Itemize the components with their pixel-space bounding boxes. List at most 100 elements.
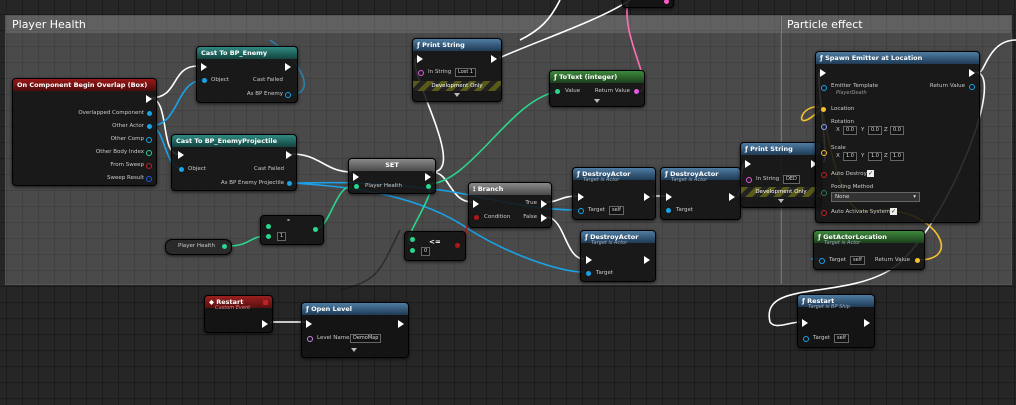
- exec-out-pin[interactable]: [262, 320, 268, 328]
- expand-arrow-icon[interactable]: [454, 93, 460, 97]
- vector-pin[interactable]: [915, 258, 920, 263]
- node-totext-integer[interactable]: ƒ ToText (integer) Value Return Value: [549, 70, 645, 107]
- exec-in-pin[interactable]: [353, 173, 359, 181]
- exec-out-pin[interactable]: [398, 320, 404, 328]
- float-pin[interactable]: [266, 224, 271, 229]
- exec-out-pin[interactable]: [286, 151, 292, 159]
- pooling-method-dropdown[interactable]: None ▾: [831, 192, 920, 202]
- rotator-pin[interactable]: [821, 124, 827, 130]
- node-print-string-lost[interactable]: ƒ Print String In String Lost 1 Developm…: [412, 38, 502, 102]
- expand-arrow-icon[interactable]: [778, 199, 784, 203]
- exec-in-pin[interactable]: [802, 319, 808, 327]
- rotation-y-box[interactable]: 0.0: [868, 126, 882, 135]
- text-pin[interactable]: [634, 89, 639, 94]
- string-value-box[interactable]: DED: [783, 175, 800, 184]
- exec-out-pin[interactable]: [425, 173, 431, 181]
- exec-in-pin[interactable]: [306, 320, 312, 328]
- exec-in-pin[interactable]: [745, 160, 751, 168]
- level-name-box[interactable]: DemoMap: [350, 334, 382, 343]
- node-offscreen-top[interactable]: [622, 0, 674, 8]
- integer-pin[interactable]: [146, 150, 152, 156]
- float-pin[interactable]: [266, 234, 271, 239]
- exec-out-pin[interactable]: [644, 256, 650, 264]
- node-print-string-ded[interactable]: ƒ Print String In String DED Development…: [740, 142, 822, 208]
- bool-pin[interactable]: [474, 215, 479, 220]
- struct-pin[interactable]: [146, 176, 152, 182]
- float-pin[interactable]: [426, 184, 431, 189]
- node-cast-to-bp-enemy[interactable]: Cast To BP_Enemy Object Cast Failed As B…: [196, 46, 298, 103]
- node-cast-to-bp-enemyprojectile[interactable]: Cast To BP_EnemyProjectile Object Cast F…: [171, 134, 297, 191]
- exec-out-pin[interactable]: [864, 319, 870, 327]
- object-pin[interactable]: [202, 78, 207, 83]
- node-spawn-emitter-at-location[interactable]: ƒ Spawn Emitter at Location Emitter Temp…: [815, 51, 980, 223]
- node-destroy-actor-self[interactable]: ƒ DestroyActor Target is Actor Target se…: [572, 167, 656, 220]
- exec-out-pin[interactable]: [285, 63, 291, 71]
- exec-out-pin[interactable]: [644, 193, 650, 201]
- object-pin[interactable]: [586, 271, 591, 276]
- asset-value[interactable]: PlayerDeath: [836, 90, 867, 96]
- scale-z-box[interactable]: 1.0: [890, 152, 904, 161]
- expand-arrow-icon[interactable]: [594, 99, 600, 103]
- bool-pin[interactable]: [146, 163, 152, 169]
- exec-in-pin[interactable]: [417, 55, 423, 63]
- object-pin[interactable]: [179, 167, 184, 172]
- value-box[interactable]: 0: [421, 247, 431, 256]
- node-get-actor-location[interactable]: ƒ GetActorLocation Target is Actor Targe…: [813, 230, 925, 270]
- object-pin[interactable]: [578, 208, 584, 214]
- bool-pin[interactable]: [455, 243, 460, 248]
- exec-in-pin[interactable]: [201, 63, 207, 71]
- float-pin[interactable]: [354, 184, 359, 189]
- auto-activate-checkbox[interactable]: ✓: [890, 208, 897, 215]
- value-box[interactable]: 1: [277, 232, 287, 241]
- object-pin[interactable]: [146, 137, 152, 143]
- object-pin[interactable]: [147, 111, 152, 116]
- float-pin[interactable]: [313, 227, 318, 232]
- auto-destroy-checkbox[interactable]: ✓: [867, 170, 874, 177]
- delegate-pin[interactable]: [263, 300, 268, 305]
- object-pin[interactable]: [666, 208, 671, 213]
- rotation-z-box[interactable]: 0.0: [890, 126, 904, 135]
- bool-pin[interactable]: [821, 210, 827, 216]
- exec-in-pin[interactable]: [586, 256, 592, 264]
- object-pin[interactable]: [969, 84, 975, 90]
- node-branch[interactable]: ⟟ Branch True Condition False: [468, 182, 552, 228]
- expand-arrow-icon[interactable]: [351, 348, 357, 352]
- string-value-box[interactable]: Lost 1: [455, 68, 477, 77]
- float-pin[interactable]: [410, 248, 415, 253]
- string-pin[interactable]: [418, 70, 424, 76]
- node-get-player-health[interactable]: Player Health: [165, 239, 232, 255]
- object-pin[interactable]: [821, 85, 827, 91]
- exec-in-pin[interactable]: [666, 193, 672, 201]
- vector-pin[interactable]: [821, 150, 827, 156]
- node-restart-custom-event[interactable]: ◆ Restart Custom Event: [204, 295, 273, 333]
- exec-in-pin[interactable]: [578, 193, 584, 201]
- node-subtract[interactable]: - 1: [260, 215, 324, 245]
- target-value-box[interactable]: self: [850, 256, 865, 265]
- node-set-player-health[interactable]: SET Player Health: [348, 158, 436, 194]
- node-on-component-begin-overlap[interactable]: On Component Begin Overlap (Box) Overlap…: [12, 78, 157, 186]
- vector-pin[interactable]: [821, 107, 826, 112]
- integer-pin[interactable]: [555, 89, 560, 94]
- object-pin[interactable]: [287, 181, 292, 186]
- string-pin[interactable]: [746, 177, 752, 183]
- exec-out-pin[interactable]: [969, 69, 975, 77]
- exec-out-pin[interactable]: [146, 95, 152, 103]
- node-open-level[interactable]: ƒ Open Level Level Name DemoMap: [301, 302, 409, 358]
- exec-out-pin[interactable]: [541, 200, 547, 208]
- scale-x-box[interactable]: 1.0: [843, 152, 857, 161]
- float-pin[interactable]: [410, 237, 415, 242]
- exec-out-pin[interactable]: [541, 214, 547, 222]
- object-pin[interactable]: [819, 258, 825, 264]
- node-less-equal[interactable]: <= 0: [404, 231, 466, 261]
- node-restart-call[interactable]: ƒ Restart Target is BP Ship Target self: [797, 294, 875, 348]
- exec-in-pin[interactable]: [473, 200, 479, 208]
- object-pin[interactable]: [803, 336, 809, 342]
- node-destroy-actor-projectile[interactable]: ƒ DestroyActor Target is Actor Target: [580, 230, 656, 282]
- exec-out-pin[interactable]: [491, 55, 497, 63]
- bool-pin[interactable]: [821, 172, 827, 178]
- target-value-box[interactable]: self: [609, 206, 624, 215]
- float-pin[interactable]: [222, 244, 227, 249]
- string-pin[interactable]: [664, 0, 669, 4]
- target-value-box[interactable]: self: [834, 334, 849, 343]
- node-destroy-actor-other[interactable]: ƒ DestroyActor Target is Actor Target: [660, 167, 741, 220]
